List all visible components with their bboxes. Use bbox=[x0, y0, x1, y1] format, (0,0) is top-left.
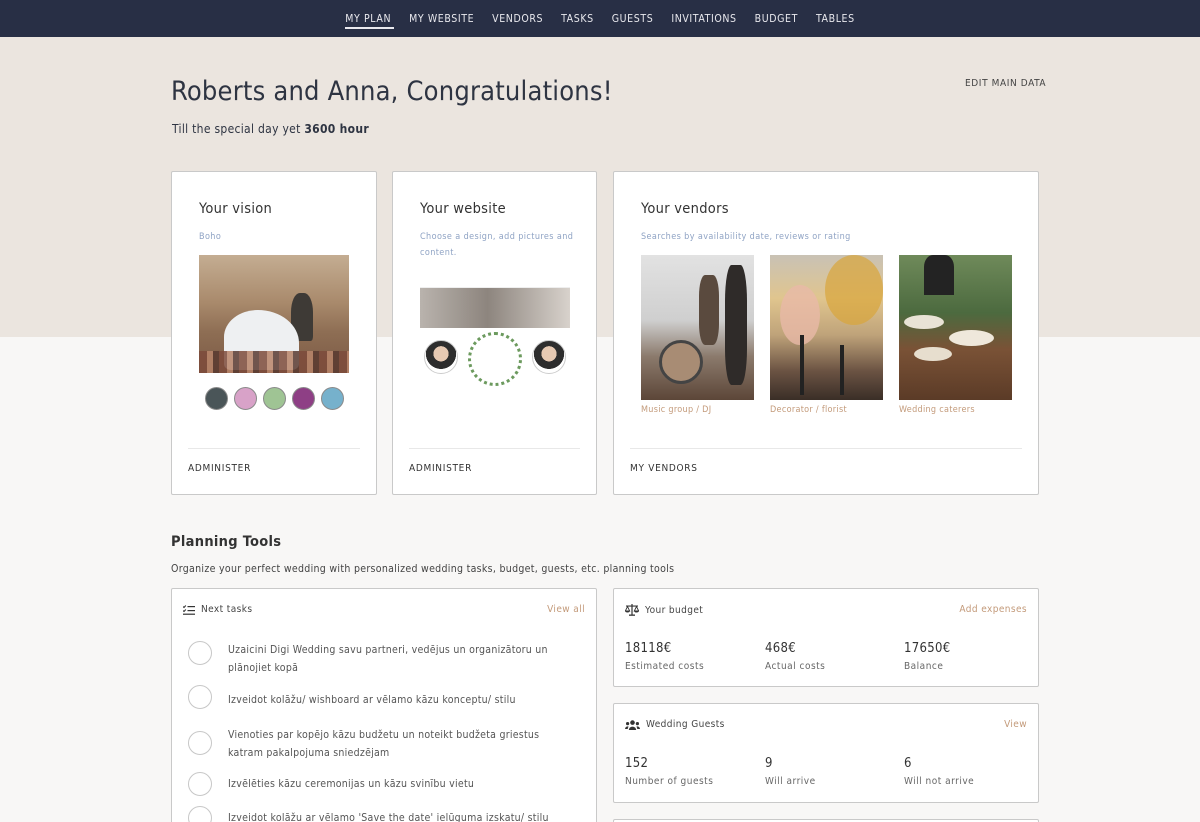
nav-my-website[interactable]: MY WEBSITE bbox=[409, 9, 474, 29]
stat-label: Will not arrive bbox=[904, 776, 975, 787]
countdown-text: Till the special day yet 3600 hour bbox=[172, 122, 369, 136]
divider bbox=[188, 448, 360, 449]
stat-value: 18118€ bbox=[625, 641, 672, 656]
website-description: Choose a design, add pictures and conten… bbox=[420, 232, 574, 258]
tasks-panel: Next tasks View all Uzaicini Digi Weddin… bbox=[171, 588, 597, 822]
stat-label: Will arrive bbox=[765, 776, 816, 787]
planning-tools-subtitle: Organize your perfect wedding with perso… bbox=[171, 563, 675, 575]
guests-total-stat: 152 Number of guests bbox=[625, 756, 713, 787]
color-palette bbox=[205, 387, 344, 410]
task-text: Izveidot kolāžu/ wishboard ar vēlamo kāz… bbox=[228, 694, 516, 706]
stat-value: 17650€ bbox=[904, 641, 951, 656]
stat-label: Actual costs bbox=[765, 661, 826, 672]
budget-estimated-stat: 18118€ Estimated costs bbox=[625, 641, 704, 672]
budget-panel-header: Your budget bbox=[625, 604, 703, 616]
task-checkbox[interactable] bbox=[188, 685, 212, 709]
task-item: Uzaicini Digi Wedding savu partneri, ved… bbox=[188, 641, 568, 677]
color-swatch bbox=[205, 387, 228, 410]
budget-actual-stat: 468€ Actual costs bbox=[765, 641, 825, 672]
vendor-image-caterers[interactable] bbox=[899, 255, 1012, 400]
budget-balance-stat: 17650€ Balance bbox=[904, 641, 950, 672]
vendor-caption-decorator[interactable]: Decorator / florist bbox=[770, 405, 847, 415]
countdown-prefix: Till the special day yet bbox=[172, 122, 305, 136]
balance-scale-icon bbox=[625, 604, 639, 616]
stat-value: 9 bbox=[765, 756, 773, 771]
nav-vendors[interactable]: VENDORS bbox=[492, 9, 543, 29]
vendors-description: Searches by availability date, reviews o… bbox=[641, 232, 851, 242]
view-guests-link[interactable]: View bbox=[1004, 719, 1027, 730]
website-card: Your website Choose a design, add pictur… bbox=[392, 171, 597, 495]
vendor-image-decorator[interactable] bbox=[770, 255, 883, 400]
task-item: Vienoties par kopējo kāzu budžetu un not… bbox=[188, 726, 568, 762]
stat-value: 468€ bbox=[765, 641, 796, 656]
color-swatch bbox=[321, 387, 344, 410]
add-expenses-link[interactable]: Add expenses bbox=[959, 604, 1027, 615]
checklist-icon bbox=[183, 604, 195, 615]
vision-card-title: Your vision bbox=[199, 201, 273, 217]
stat-label: Balance bbox=[904, 661, 944, 672]
vendors-card: Your vendors Searches by availability da… bbox=[613, 171, 1039, 495]
website-administer-link[interactable]: ADMINISTER bbox=[409, 463, 472, 474]
vision-administer-link[interactable]: ADMINISTER bbox=[188, 463, 251, 474]
vendors-card-title: Your vendors bbox=[641, 201, 729, 217]
guests-panel: Wedding Guests View 152 Number of guests… bbox=[613, 703, 1039, 803]
budget-panel: Your budget Add expenses 18118€ Estimate… bbox=[613, 588, 1039, 687]
divider bbox=[630, 448, 1022, 449]
guests-panel-header: Wedding Guests bbox=[625, 719, 725, 730]
page-title: Roberts and Anna, Congratulations! bbox=[171, 76, 613, 107]
planning-tools-title: Planning Tools bbox=[171, 534, 282, 550]
nav-budget[interactable]: BUDGET bbox=[755, 9, 798, 29]
stat-value: 6 bbox=[904, 756, 912, 771]
budget-panel-title: Your budget bbox=[645, 604, 704, 616]
vision-image bbox=[199, 255, 349, 373]
task-text: Izvēlēties kāzu ceremonijas un kāzu svin… bbox=[228, 778, 475, 790]
vision-card: Your vision Boho ADMINISTER bbox=[171, 171, 377, 495]
task-text: Uzaicini Digi Wedding savu partneri, ved… bbox=[228, 644, 548, 674]
color-swatch bbox=[234, 387, 257, 410]
task-text: Izveidot kolāžu ar vēlamo 'Save the date… bbox=[228, 812, 549, 822]
task-item: Izveidot kolāžu/ wishboard ar vēlamo kāz… bbox=[188, 685, 568, 709]
guests-panel-title: Wedding Guests bbox=[646, 719, 725, 730]
task-text: Vienoties par kopējo kāzu budžetu un not… bbox=[228, 729, 540, 759]
vendor-caption-music[interactable]: Music group / DJ bbox=[641, 405, 711, 415]
stat-label: Estimated costs bbox=[625, 661, 705, 672]
users-icon bbox=[625, 719, 640, 730]
website-preview-image bbox=[420, 270, 570, 402]
task-checkbox[interactable] bbox=[188, 641, 212, 665]
vision-style: Boho bbox=[199, 232, 222, 242]
task-item: Izveidot kolāžu ar vēlamo 'Save the date… bbox=[188, 806, 568, 822]
nav-guests[interactable]: GUESTS bbox=[612, 9, 654, 29]
tasks-panel-title: Next tasks bbox=[201, 604, 253, 615]
nav-invitations[interactable]: INVITATIONS bbox=[671, 9, 736, 29]
stat-label: Number of guests bbox=[625, 776, 714, 787]
website-card-title: Your website bbox=[420, 201, 506, 217]
color-swatch bbox=[292, 387, 315, 410]
edit-main-data-link[interactable]: EDIT MAIN DATA bbox=[965, 78, 1046, 89]
task-checkbox[interactable] bbox=[188, 806, 212, 822]
stat-value: 152 bbox=[625, 756, 649, 771]
nav-tables[interactable]: TABLES bbox=[816, 9, 855, 29]
top-navigation: MY PLAN MY WEBSITE VENDORS TASKS GUESTS … bbox=[0, 0, 1200, 37]
task-checkbox[interactable] bbox=[188, 731, 212, 755]
guests-arrive-stat: 9 Will arrive bbox=[765, 756, 816, 787]
tasks-panel-header: Next tasks bbox=[183, 604, 252, 615]
divider bbox=[409, 448, 580, 449]
nav-my-plan[interactable]: MY PLAN bbox=[345, 9, 394, 29]
vendor-image-music[interactable] bbox=[641, 255, 754, 400]
nav-tasks[interactable]: TASKS bbox=[561, 9, 594, 29]
guests-not-arrive-stat: 6 Will not arrive bbox=[904, 756, 974, 787]
color-swatch bbox=[263, 387, 286, 410]
my-vendors-link[interactable]: MY VENDORS bbox=[630, 463, 698, 474]
task-checkbox[interactable] bbox=[188, 772, 212, 796]
view-all-tasks-link[interactable]: View all bbox=[547, 604, 585, 615]
countdown-value: 3600 hour bbox=[304, 122, 369, 136]
vendor-caption-caterers[interactable]: Wedding caterers bbox=[899, 405, 975, 415]
task-item: Izvēlēties kāzu ceremonijas un kāzu svin… bbox=[188, 772, 568, 796]
